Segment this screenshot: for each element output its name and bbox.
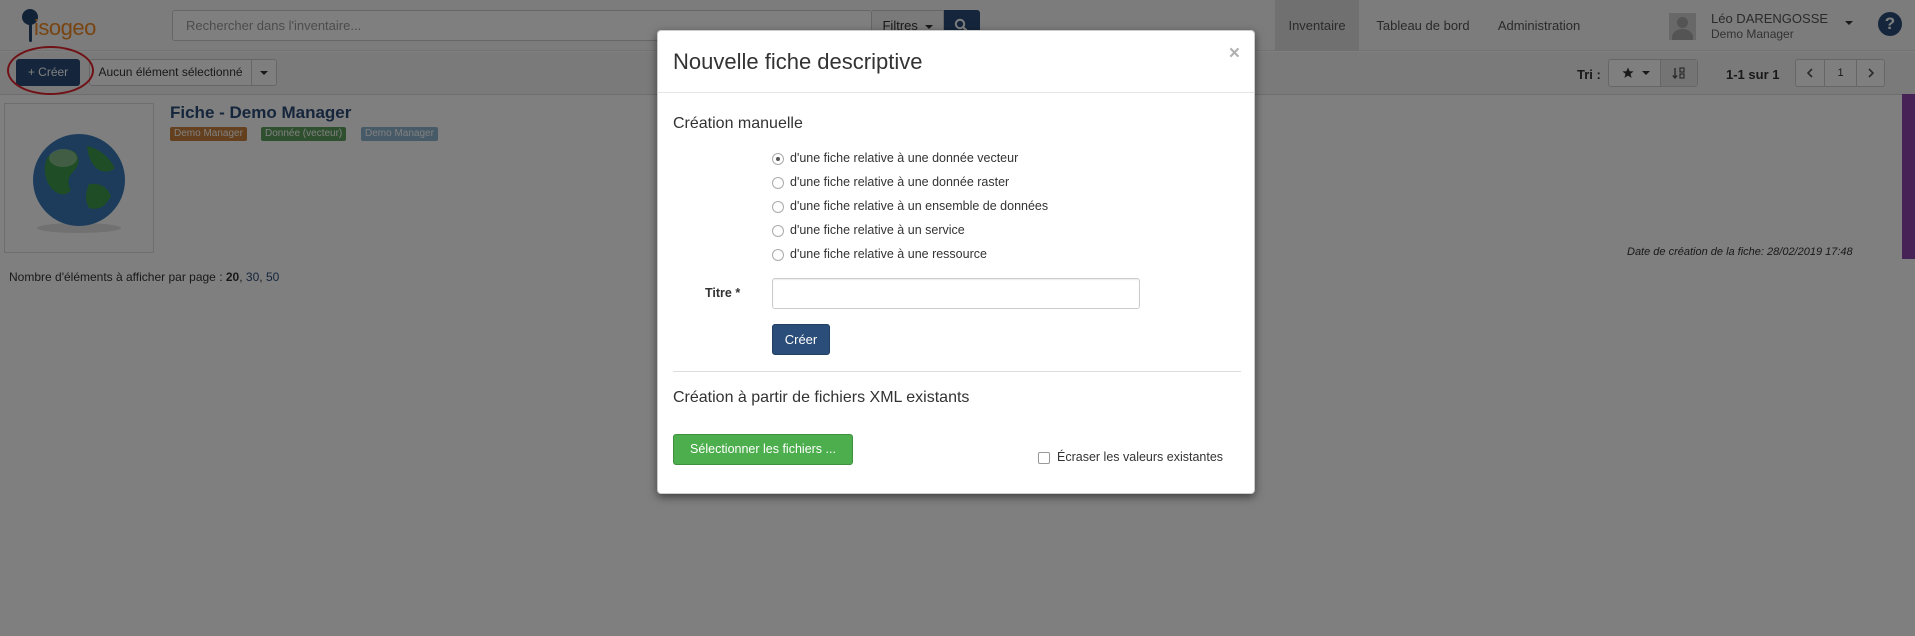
radio-button[interactable]	[772, 249, 784, 261]
radio-label: d'une fiche relative à une ressource	[790, 247, 987, 261]
radio-button[interactable]	[772, 225, 784, 237]
radio-button[interactable]	[772, 201, 784, 213]
radio-label: d'une fiche relative à une donnée raster	[790, 175, 1010, 189]
new-record-modal: Nouvelle fiche descriptive × Création ma…	[657, 30, 1255, 494]
radio-button[interactable]	[772, 153, 784, 165]
modal-header: Nouvelle fiche descriptive ×	[658, 31, 1254, 93]
create-record-button[interactable]: Créer	[772, 324, 830, 355]
title-field[interactable]	[772, 278, 1140, 309]
title-label: Titre *	[705, 286, 741, 300]
close-icon[interactable]: ×	[1229, 43, 1240, 65]
manual-section-title: Création manuelle	[673, 115, 803, 132]
radio-button[interactable]	[772, 177, 784, 189]
modal-title: Nouvelle fiche descriptive	[673, 49, 923, 74]
select-files-button[interactable]: Sélectionner les fichiers ...	[673, 434, 853, 465]
radio-label: d'une fiche relative à une donnée vecteu…	[790, 151, 1019, 165]
overwrite-label[interactable]: Écraser les valeurs existantes	[1057, 450, 1223, 464]
xml-section-title: Création à partir de fichiers XML exista…	[673, 389, 970, 406]
radio-label: d'une fiche relative à un ensemble de do…	[790, 199, 1049, 213]
overwrite-checkbox[interactable]	[1038, 452, 1050, 464]
section-divider	[673, 371, 1241, 372]
radio-label: d'une fiche relative à un service	[790, 223, 965, 237]
